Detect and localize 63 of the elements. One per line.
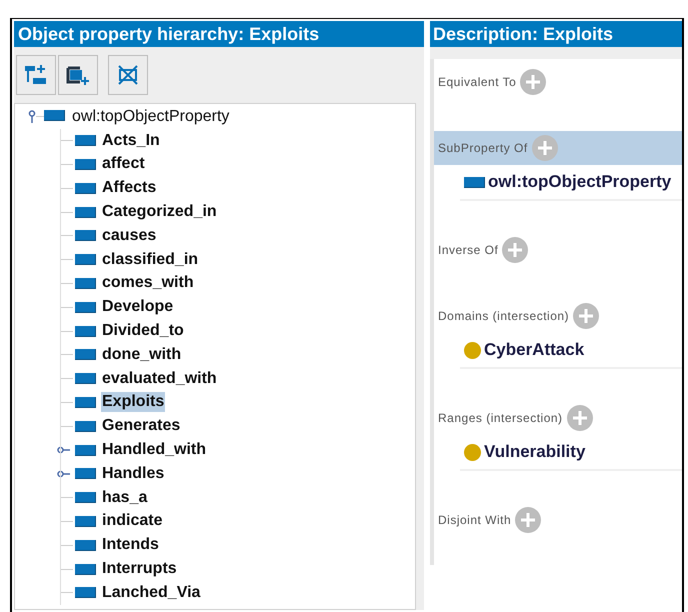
property-label[interactable]: Exploits xyxy=(101,392,166,412)
toolbar-button[interactable] xyxy=(58,55,98,95)
crossed-out-icon xyxy=(116,64,140,86)
property-label[interactable]: comes_with xyxy=(101,273,195,294)
bar-icon xyxy=(75,182,96,194)
bar-icon xyxy=(75,349,96,360)
bar-icon xyxy=(75,254,96,266)
toolbar-button[interactable] xyxy=(16,55,56,95)
bar-icon xyxy=(75,302,96,313)
bar-icon xyxy=(75,564,96,575)
section-heading: Disjoint With xyxy=(438,512,512,529)
property-label[interactable]: Affects xyxy=(101,178,158,198)
property-label[interactable]: Acts_In xyxy=(101,130,161,151)
property-label[interactable]: indicate xyxy=(101,511,164,532)
property-label[interactable]: Categorized_in xyxy=(101,202,218,222)
property-label[interactable]: Generates xyxy=(101,416,182,436)
bar-icon xyxy=(44,110,65,121)
bar-icon xyxy=(75,396,96,408)
entity-label[interactable]: Vulnerability xyxy=(484,439,586,465)
property-label[interactable]: classified_in xyxy=(101,250,200,270)
collapsed-handle-icon[interactable] xyxy=(57,470,70,478)
property-label[interactable]: Lanched_Via xyxy=(101,582,202,603)
property-label[interactable]: owl:topObjectProperty xyxy=(71,106,230,127)
property-label[interactable]: Develope xyxy=(101,297,174,318)
tree-plus-icon xyxy=(24,64,48,86)
property-label[interactable]: Handled_with xyxy=(101,440,208,460)
property-label[interactable]: Interrupts xyxy=(101,559,178,580)
bar-icon xyxy=(75,230,96,242)
bar-icon xyxy=(75,444,96,456)
property-label[interactable]: Intends xyxy=(101,535,160,556)
toolbar-button[interactable] xyxy=(108,55,148,95)
property-label[interactable]: has_a xyxy=(101,488,148,508)
property-icon xyxy=(464,176,485,188)
property-label[interactable]: done_with xyxy=(101,344,182,365)
bar-icon xyxy=(75,540,96,551)
entity-label[interactable]: CyberAttack xyxy=(484,337,584,363)
section-heading: Ranges (intersection) xyxy=(438,410,563,427)
property-label[interactable]: evaluated_with xyxy=(101,368,218,389)
bar-icon xyxy=(75,373,96,384)
bar-icon xyxy=(75,468,96,480)
property-label[interactable]: causes xyxy=(101,226,158,246)
bar-icon xyxy=(75,516,96,527)
section-heading: Equivalent To xyxy=(438,74,516,91)
bar-icon xyxy=(75,158,96,170)
section-heading: SubProperty Of xyxy=(438,140,528,157)
expanded-handle-icon[interactable] xyxy=(28,110,36,124)
section-heading: Domains (intersection) xyxy=(438,308,570,325)
bar-icon xyxy=(75,278,96,289)
panel-title: Object property hierarchy: Exploits xyxy=(14,21,424,47)
property-label[interactable]: Divided_to xyxy=(101,321,185,342)
bar-icon xyxy=(75,326,96,337)
bar-icon xyxy=(75,492,96,504)
property-label[interactable]: Handles xyxy=(101,464,166,484)
section-heading: Inverse Of xyxy=(438,242,498,259)
property-label[interactable]: affect xyxy=(101,154,146,174)
bar-icon xyxy=(75,420,96,432)
entity-label[interactable]: owl:topObjectProperty xyxy=(488,169,672,195)
bar-icon xyxy=(75,135,96,146)
panel-title: Description: Exploits xyxy=(430,21,682,47)
bar-icon xyxy=(75,587,96,598)
bar-icon xyxy=(75,206,96,218)
collapsed-handle-icon[interactable] xyxy=(57,446,70,454)
bar-plus-icon xyxy=(66,64,90,86)
